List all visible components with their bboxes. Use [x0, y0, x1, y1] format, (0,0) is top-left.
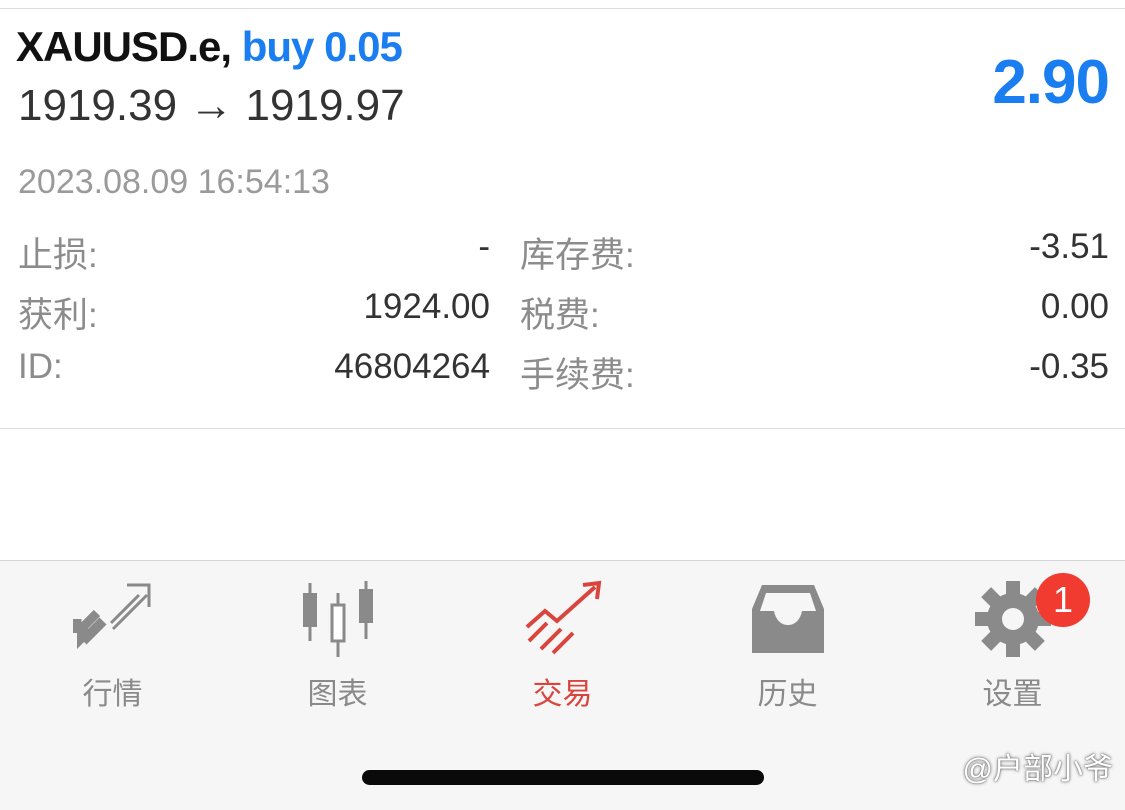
price-line: 1919.39 → 1919.97	[18, 81, 405, 131]
position-card[interactable]: XAUUSD.e, buy 0.05 1919.39 → 1919.97 2.9…	[0, 9, 1125, 429]
tax-value: 0.00	[1040, 287, 1109, 326]
quotes-arrows-icon	[72, 583, 150, 649]
trade-side-volume: buy 0.05	[241, 23, 403, 70]
watermark: @户部小爷	[962, 753, 1113, 786]
history-inbox-icon	[751, 585, 824, 653]
take-profit-label: 获利:	[18, 296, 98, 335]
order-id-value: 46804264	[334, 347, 490, 386]
take-profit-value: 1924.00	[363, 287, 490, 326]
tab-chart-label: 图表	[307, 678, 368, 711]
tax-label: 税费:	[520, 296, 600, 335]
tab-chart[interactable]: 图表	[225, 561, 450, 711]
swap-value: -3.51	[1029, 227, 1109, 266]
tab-settings-label: 设置	[982, 678, 1043, 711]
price-arrow: →	[189, 81, 234, 130]
tab-quotes[interactable]: 行情	[0, 561, 225, 711]
position-header: XAUUSD.e, buy 0.05	[16, 23, 403, 71]
tab-quotes-label: 行情	[82, 678, 143, 711]
swap-label: 库存费:	[520, 236, 635, 275]
stop-loss-value: -	[478, 227, 490, 266]
tab-settings[interactable]: 1 设置	[900, 561, 1125, 711]
trade-trend-icon	[525, 580, 601, 655]
card-divider	[0, 428, 1125, 429]
chart-candles-icon	[302, 581, 373, 657]
tab-trade[interactable]: 交易	[450, 561, 675, 711]
home-indicator[interactable]	[362, 770, 764, 785]
detail-row-1: 止损: - 库存费: -3.51	[0, 227, 1125, 277]
open-time: 2023.08.09 16:54:13	[18, 163, 330, 201]
settings-badge: 1	[1036, 573, 1090, 627]
stop-loss-label: 止损:	[18, 236, 98, 275]
commission-value: -0.35	[1029, 347, 1109, 386]
symbol-name: XAUUSD.e,	[16, 23, 232, 70]
tab-trade-label: 交易	[532, 678, 593, 711]
open-price: 1919.39	[18, 81, 178, 130]
current-price: 1919.97	[245, 81, 405, 130]
profit-value: 2.90	[992, 48, 1110, 117]
tab-history[interactable]: 历史	[675, 561, 900, 711]
tab-history-label: 历史	[757, 678, 818, 711]
detail-row-3: ID: 46804264 手续费: -0.35	[0, 347, 1125, 397]
commission-label: 手续费:	[520, 356, 635, 395]
trade-screen: XAUUSD.e, buy 0.05 1919.39 → 1919.97 2.9…	[0, 0, 1125, 810]
detail-row-2: 获利: 1924.00 税费: 0.00	[0, 287, 1125, 337]
order-id-label: ID:	[18, 347, 63, 386]
